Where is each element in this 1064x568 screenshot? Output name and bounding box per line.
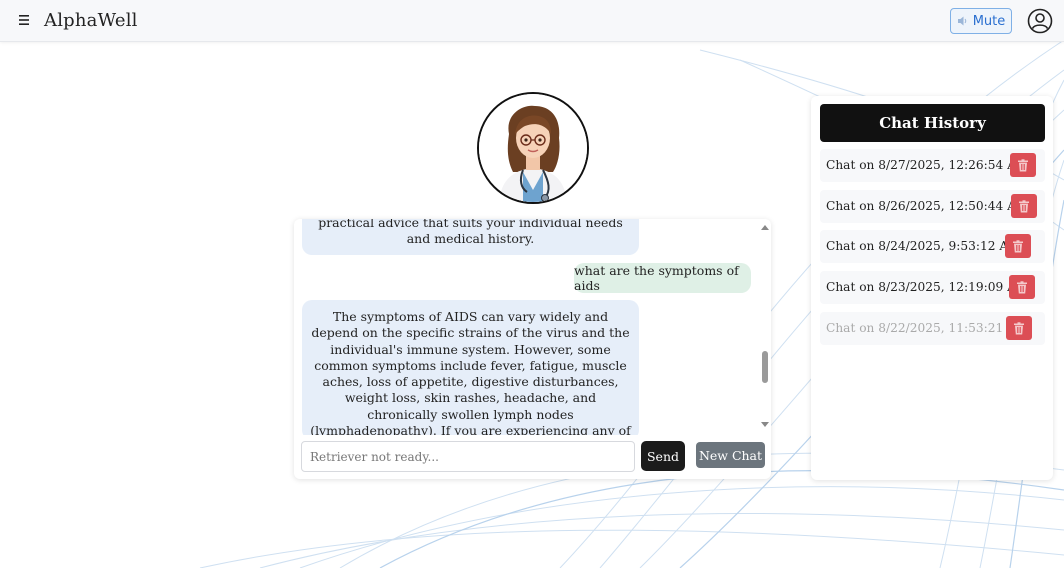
scroll-up-arrow-icon[interactable] bbox=[761, 225, 769, 230]
history-item[interactable]: Chat on 8/23/2025, 12:19:09 AM bbox=[820, 271, 1045, 304]
history-item-label: Chat on 8/24/2025, 9:53:12 AM bbox=[826, 239, 1021, 253]
message-list[interactable]: practical advice that suits your individ… bbox=[294, 219, 771, 435]
trash-icon bbox=[1018, 158, 1028, 171]
delete-chat-button[interactable] bbox=[1009, 275, 1035, 299]
history-item[interactable]: Chat on 8/22/2025, 11:53:21 PM bbox=[820, 312, 1045, 345]
delete-chat-button[interactable] bbox=[1006, 316, 1032, 340]
delete-chat-button[interactable] bbox=[1011, 194, 1037, 218]
doctor-avatar-illustration bbox=[479, 94, 587, 202]
history-item-label: Chat on 8/23/2025, 12:19:09 AM bbox=[826, 280, 1029, 294]
user-message: what are the symptoms of aids bbox=[574, 263, 751, 293]
trash-icon bbox=[1014, 321, 1024, 334]
speaker-icon bbox=[957, 16, 966, 26]
new-chat-button[interactable]: New Chat bbox=[696, 442, 765, 468]
history-item-label: Chat on 8/27/2025, 12:26:54 AM bbox=[826, 158, 1029, 172]
scroll-down-arrow-icon[interactable] bbox=[761, 422, 769, 427]
doctor-avatar bbox=[477, 92, 589, 204]
assistant-message: The symptoms of AIDS can vary widely and… bbox=[302, 300, 639, 435]
mute-label: Mute bbox=[972, 13, 1006, 29]
history-item[interactable]: Chat on 8/27/2025, 12:26:54 AM bbox=[820, 149, 1045, 182]
send-button[interactable]: Send bbox=[641, 441, 685, 471]
trash-icon bbox=[1019, 199, 1029, 212]
chat-message-input[interactable] bbox=[301, 441, 635, 472]
chat-panel: practical advice that suits your individ… bbox=[294, 219, 771, 479]
scrollbar-thumb[interactable] bbox=[762, 351, 768, 383]
history-item-label: Chat on 8/22/2025, 11:53:21 PM bbox=[826, 321, 1028, 335]
trash-icon bbox=[1017, 280, 1027, 293]
history-item[interactable]: Chat on 8/24/2025, 9:53:12 AM bbox=[820, 230, 1045, 263]
user-account-icon[interactable] bbox=[1027, 8, 1053, 34]
delete-chat-button[interactable] bbox=[1005, 234, 1031, 258]
hamburger-menu-icon[interactable] bbox=[14, 10, 34, 30]
chat-history-panel: Chat History Chat on 8/27/2025, 12:26:54… bbox=[811, 96, 1053, 480]
mute-button[interactable]: Mute bbox=[950, 8, 1012, 34]
chat-input-row: Send New Chat bbox=[294, 437, 771, 479]
message-scrollbar[interactable] bbox=[760, 223, 770, 433]
history-item[interactable]: Chat on 8/26/2025, 12:50:44 AM bbox=[820, 190, 1045, 223]
assistant-message: practical advice that suits your individ… bbox=[302, 219, 639, 255]
history-item-label: Chat on 8/26/2025, 12:50:44 AM bbox=[826, 199, 1029, 213]
app-title: AlphaWell bbox=[44, 10, 138, 31]
chat-history-title: Chat History bbox=[820, 104, 1045, 142]
delete-chat-button[interactable] bbox=[1010, 153, 1036, 177]
trash-icon bbox=[1013, 239, 1023, 252]
top-navbar: AlphaWell Mute bbox=[0, 0, 1064, 42]
